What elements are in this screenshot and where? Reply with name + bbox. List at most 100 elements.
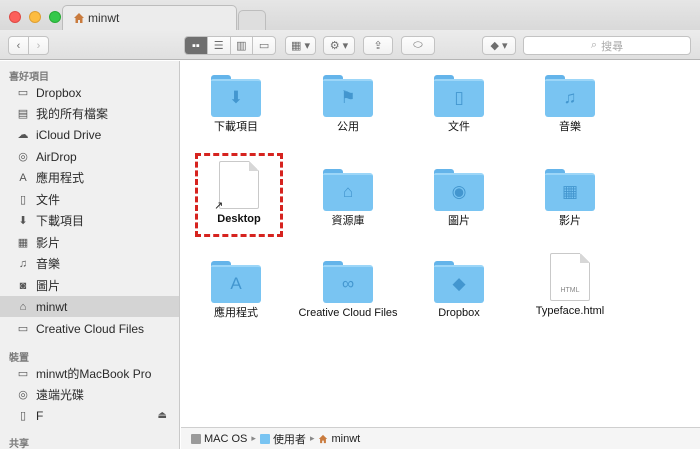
search-field[interactable]: ⌕ 搜尋 (523, 36, 691, 55)
drive-icon (191, 433, 201, 444)
laptop-icon: ▭ (17, 368, 29, 380)
html-file-icon: HTML (550, 253, 590, 301)
airdrop-icon: ◎ (18, 151, 28, 163)
sidebar-item-pictures[interactable]: ◙ 圖片 (0, 275, 179, 296)
sidebar-item-all-files[interactable]: ▤ 我的所有檔案 (0, 103, 179, 124)
crumb-label: minwt (331, 432, 361, 445)
file-item-dropbox[interactable]: ◆ Dropbox (409, 261, 509, 320)
path-crumb-mac-os[interactable]: MAC OS (191, 433, 247, 445)
action-button[interactable]: ⚙ ▾ (323, 36, 355, 55)
file-item-documents[interactable]: ▯ 文件 (409, 75, 509, 134)
file-item-typeface-html[interactable]: HTML Typeface.html (520, 253, 620, 318)
file-label: 公用 (337, 121, 359, 133)
sidebar-item-documents[interactable]: ▯ 文件 (0, 189, 179, 210)
file-item-public[interactable]: ⚑ 公用 (298, 75, 398, 134)
file-item-applications[interactable]: A 應用程式 (186, 261, 286, 320)
file-label: Creative Cloud Files (298, 307, 398, 319)
dropbox-icon: ◆ (452, 274, 466, 293)
minimize-window-button[interactable] (29, 11, 41, 23)
folder-icon: ◉ (434, 169, 484, 211)
sidebar-item-icloud-drive[interactable]: ☁ iCloud Drive (0, 124, 179, 145)
crumb-label: MAC OS (204, 432, 248, 445)
devices-heading: 裝置 (9, 353, 29, 364)
document-icon: ▯ (454, 88, 464, 107)
zoom-window-button[interactable] (49, 11, 61, 23)
sidebar-item-applications[interactable]: A 應用程式 (0, 167, 179, 188)
sidebar-item-dropbox[interactable]: ▭ Dropbox (0, 82, 179, 103)
share-icon: ⇪ (373, 40, 383, 52)
folder-icon: ▦ (545, 169, 595, 211)
folder-icon: ▭ (17, 87, 29, 99)
camera-icon: ◙ (19, 279, 27, 292)
sidebar-item-minwt[interactable]: ⌂ minwt (0, 296, 179, 317)
new-tab-button[interactable] (238, 10, 266, 30)
sidebar-item-creative-cloud-files[interactable]: ▭ Creative Cloud Files (0, 318, 179, 339)
file-item-pictures[interactable]: ◉ 圖片 (409, 169, 509, 228)
home-icon: ⌂ (19, 300, 27, 313)
sidebar-item-airdrop[interactable]: ◎ AirDrop (0, 146, 179, 167)
file-item-music[interactable]: ♫ 音樂 (520, 75, 620, 134)
arrange-button[interactable]: ▦ ▾ (285, 36, 316, 55)
file-label: 圖片 (448, 215, 470, 227)
file-item-desktop-alias[interactable]: ↗ Desktop (189, 161, 289, 226)
folder-icon: ⚑ (323, 75, 373, 117)
file-item-downloads[interactable]: ⬇ 下載項目 (186, 75, 286, 134)
sidebar-item-label: 圖片 (36, 279, 61, 293)
path-crumb-users[interactable]: 使用者 (259, 431, 306, 447)
sidebar-item-downloads[interactable]: ⬇ 下載項目 (0, 210, 179, 231)
file-label: 下載項目 (214, 121, 258, 133)
download-icon: ⬇ (228, 88, 244, 107)
file-item-library[interactable]: ⌂ 資源庫 (298, 169, 398, 228)
title-bar: minwt (0, 0, 700, 31)
path-bar: MAC OS ▸ 使用者 ▸ minwt (181, 427, 700, 449)
file-label: 影片 (559, 215, 581, 227)
sidebar-item-movies[interactable]: ▦ 影片 (0, 232, 179, 253)
sidebar-item-remote-disc[interactable]: ◎ 遠端光碟 (0, 384, 179, 405)
document-icon: ▯ (19, 194, 27, 206)
home-icon (319, 434, 328, 443)
column-view-button[interactable]: ▥ (231, 37, 254, 54)
shared-heading: 共享 (9, 439, 29, 449)
sidebar-item-label: 影片 (36, 236, 61, 250)
toolbar: ‹ › ▪▪ ☰ ▥ ▭ ▦ ▾ ⚙ ▾ ⇪ ⬭ ◆ ▾ ⌕ 搜尋 (0, 30, 700, 60)
sidebar-item-label: 下載項目 (36, 214, 85, 228)
file-label: 資源庫 (331, 215, 365, 227)
sidebar-item-drive-f[interactable]: ▯ F ⏏ (0, 405, 179, 426)
eject-icon[interactable]: ⏏ (158, 410, 167, 421)
list-view-button[interactable]: ☰ (208, 37, 231, 54)
folder-icon: ⬇ (211, 75, 261, 117)
close-window-button[interactable] (9, 11, 21, 23)
applications-icon: A (19, 171, 27, 184)
sidebar-item-label: AirDrop (36, 149, 77, 164)
back-button[interactable]: ‹ (8, 36, 29, 55)
file-label: Desktop (217, 213, 261, 225)
dropbox-icon: ◆ ▾ (490, 40, 508, 52)
file-label: 文件 (448, 121, 470, 133)
sidebar-item-label: minwt (36, 299, 68, 314)
tab-minwt[interactable]: minwt (62, 5, 237, 31)
sidebar-item-macbook-pro[interactable]: ▭ minwt的MacBook Pro (0, 363, 179, 384)
creative-cloud-icon: ∞ (341, 274, 355, 293)
dropbox-button[interactable]: ◆ ▾ (482, 36, 516, 55)
file-item-movies[interactable]: ▦ 影片 (520, 169, 620, 228)
forward-button[interactable]: › (28, 36, 49, 55)
tab-title: minwt (88, 11, 120, 25)
chevron-right-icon: ▸ (251, 433, 256, 443)
document-icon: ↗ (214, 161, 259, 212)
file-label: 音樂 (559, 121, 581, 133)
file-browser: ⬇ 下載項目 ⚑ 公用 ▯ 文件 ♫ 音樂 ↗ Desktop ⌂ 資源庫 ◉ … (181, 61, 700, 427)
sidebar-item-music[interactable]: ♫ 音樂 (0, 253, 179, 274)
cloud-icon: ☁ (17, 129, 29, 141)
path-crumb-minwt[interactable]: minwt (318, 433, 360, 445)
cover-flow-view-button[interactable]: ▭ (253, 37, 275, 54)
file-label: Typeface.html (535, 305, 605, 317)
share-button[interactable]: ⇪ (363, 36, 393, 55)
tag-icon: ⬭ (413, 39, 423, 51)
icon-view-button[interactable]: ▪▪ (185, 37, 208, 54)
tags-button[interactable]: ⬭ (401, 36, 435, 55)
favorites-heading: 喜好項目 (9, 72, 49, 83)
all-files-icon: ▤ (17, 108, 29, 120)
folder-icon (259, 433, 270, 444)
file-item-creative-cloud-files[interactable]: ∞ Creative Cloud Files (298, 261, 398, 320)
alias-arrow-icon: ↗ (214, 200, 224, 212)
